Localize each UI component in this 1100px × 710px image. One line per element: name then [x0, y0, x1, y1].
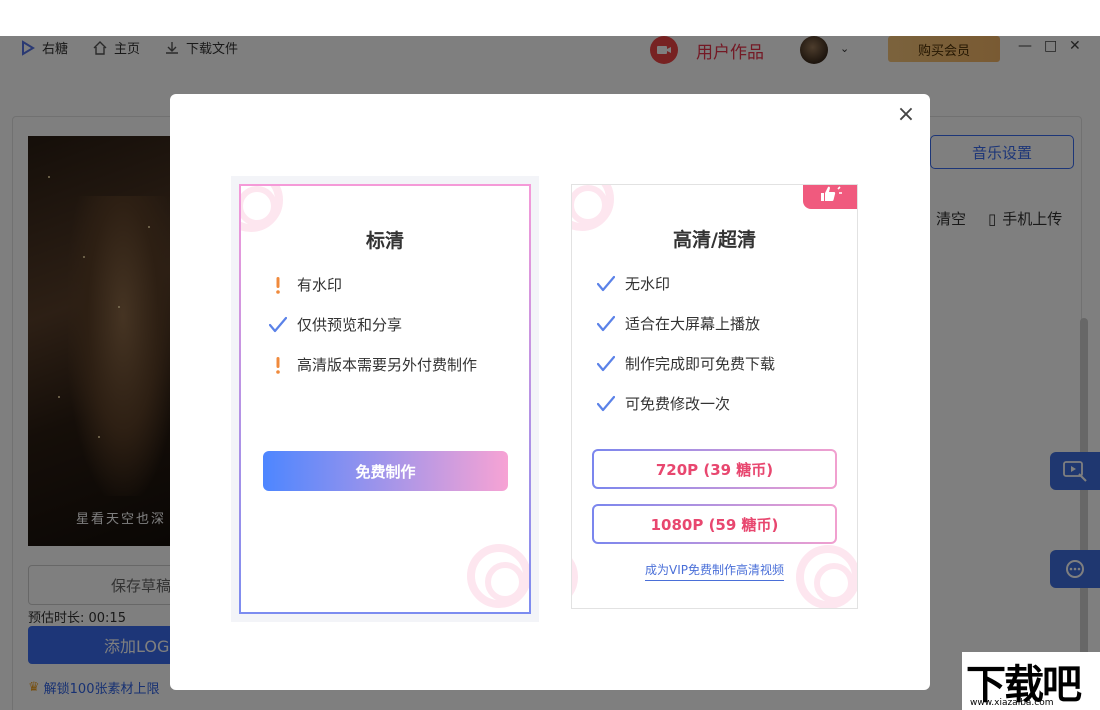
close-dialog-button[interactable]: × [894, 102, 918, 127]
thumbs-up-badge [803, 185, 857, 209]
swirl-decoration [467, 544, 529, 608]
swirl-decoration [572, 185, 614, 231]
feature-preview-share: 仅供预览和分享 [269, 314, 402, 335]
swirl-decoration [241, 186, 283, 232]
feature-text: 有水印 [297, 276, 343, 294]
check-icon [597, 275, 615, 293]
site-watermark: 下载吧 www.xiazaiba.com [962, 652, 1100, 710]
check-icon [597, 315, 615, 333]
price-720p-button[interactable]: 720P (39 糖币) [592, 449, 837, 489]
watermark-url: www.xiazaiba.com [970, 698, 1054, 708]
price-1080p-button[interactable]: 1080P (59 糖币) [592, 504, 837, 544]
feature-text: 制作完成即可免费下载 [625, 355, 776, 373]
standard-title: 标清 [365, 230, 404, 252]
quality-select-dialog: × 标清 有水印 仅供预览和分享 高清版本需要另外付费制作 免费制作 高清/超清 [170, 94, 930, 690]
thumbs-up-icon [820, 186, 842, 201]
feature-watermark: 有水印 [269, 274, 342, 295]
exclamation-icon [269, 276, 287, 294]
feature-text: 仅供预览和分享 [297, 316, 403, 334]
hd-quality-card[interactable]: 高清/超清 无水印 适合在大屏幕上播放 制作完成即可免费下载 可免费修改一次 7… [571, 184, 858, 609]
free-make-button[interactable]: 免费制作 [263, 451, 508, 491]
check-icon [597, 355, 615, 373]
hd-title: 高清/超清 [673, 229, 756, 251]
feature-free-edit: 可免费修改一次 [597, 393, 730, 414]
check-icon [597, 395, 615, 413]
standard-quality-card[interactable]: 标清 有水印 仅供预览和分享 高清版本需要另外付费制作 免费制作 [239, 184, 531, 614]
vip-free-hd-link[interactable]: 成为VIP免费制作高清视频 [572, 561, 857, 581]
feature-hd-extra-fee: 高清版本需要另外付费制作 [269, 354, 477, 375]
feature-text: 可免费修改一次 [625, 395, 731, 413]
feature-free-download: 制作完成即可免费下载 [597, 353, 775, 374]
check-icon [269, 316, 287, 334]
feature-text: 无水印 [625, 275, 671, 293]
exclamation-icon [269, 356, 287, 374]
feature-no-watermark: 无水印 [597, 273, 670, 294]
feature-big-screen: 适合在大屏幕上播放 [597, 313, 760, 334]
vip-link-text: 成为VIP免费制作高清视频 [645, 563, 784, 581]
feature-text: 高清版本需要另外付费制作 [297, 356, 478, 374]
feature-text: 适合在大屏幕上播放 [625, 315, 761, 333]
